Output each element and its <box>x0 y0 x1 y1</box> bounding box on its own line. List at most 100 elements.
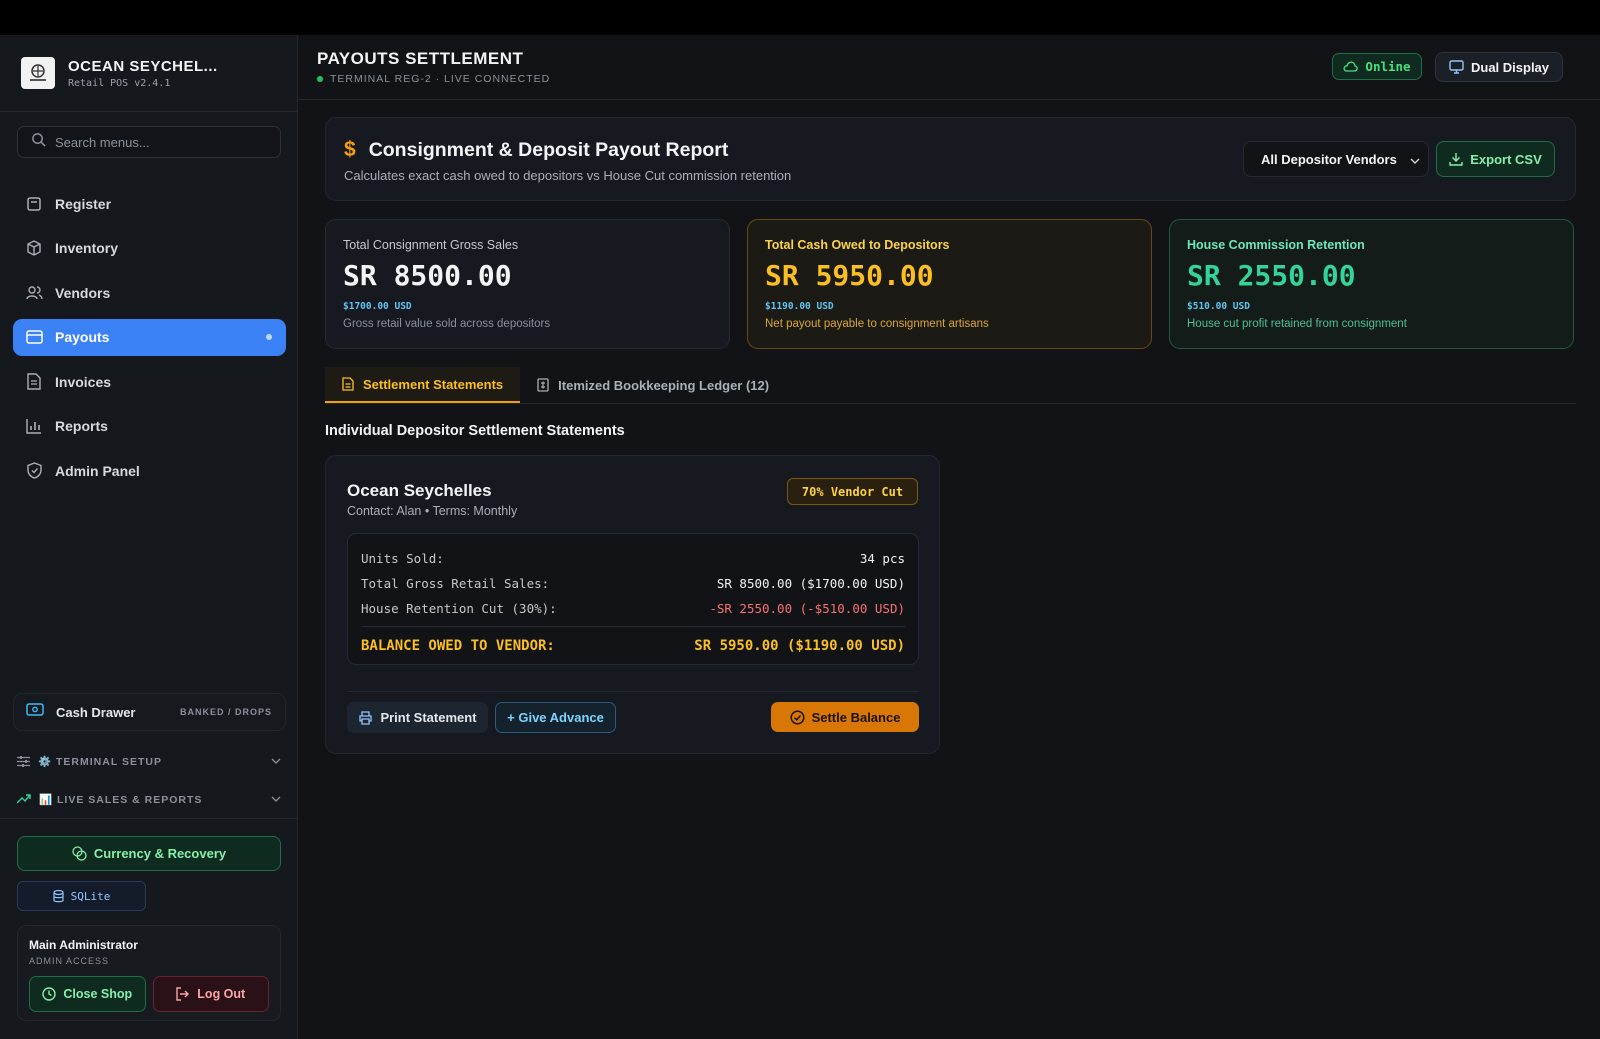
close-shop-label: Close Shop <box>63 987 133 1001</box>
users-icon <box>25 284 43 302</box>
window-top-bar <box>0 0 1600 35</box>
sidebar-item-reports[interactable]: Reports <box>13 408 286 445</box>
dual-display-button[interactable]: Dual Display <box>1435 52 1563 82</box>
log-out-button[interactable]: Log Out <box>152 976 269 1012</box>
chevron-down-icon <box>271 755 281 767</box>
balance-value: SR 5950.00 ($1190.00 USD) <box>694 637 905 654</box>
calc-value: SR 8500.00 ($1700.00 USD) <box>716 576 905 591</box>
shield-icon <box>25 462 43 480</box>
search-box[interactable] <box>17 126 281 158</box>
live-sales-label: 📊 LIVE SALES & REPORTS <box>39 793 203 806</box>
online-status-badge: Online <box>1332 53 1422 80</box>
calc-row-house-cut: House Retention Cut (30%): -SR 2550.00 (… <box>361 596 905 621</box>
user-name: Main Administrator <box>29 938 138 952</box>
brand-logo <box>21 57 55 89</box>
coins-icon <box>72 846 87 861</box>
export-csv-label: Export CSV <box>1470 151 1542 167</box>
sidebar-item-label: Register <box>55 195 112 212</box>
log-out-label: Log Out <box>197 987 246 1001</box>
sliders-icon <box>17 755 30 767</box>
settle-balance-label: Settle Balance <box>811 709 901 725</box>
cash-icon <box>26 703 44 721</box>
sidebar-item-payouts[interactable]: Payouts <box>13 318 286 356</box>
tab-label: Settlement Statements <box>363 376 504 392</box>
give-advance-button[interactable]: + Give Advance <box>495 702 616 733</box>
vendor-filter-select[interactable]: All Depositor Vendors <box>1243 141 1429 177</box>
database-label: SQLite <box>70 889 111 903</box>
sidebar-item-label: Admin Panel <box>55 462 140 479</box>
search-icon <box>31 132 46 152</box>
print-statement-button[interactable]: Print Statement <box>347 702 488 733</box>
stat-usd: $1190.00 USD <box>765 301 834 312</box>
download-icon <box>1449 152 1463 166</box>
balance-label: BALANCE OWED TO VENDOR: <box>361 637 555 654</box>
sidebar-divider <box>0 818 298 819</box>
receipt-icon <box>537 378 549 392</box>
box-icon <box>25 239 43 257</box>
search-input[interactable] <box>55 134 255 150</box>
sidebar-item-label: Payouts <box>55 329 110 345</box>
tab-settlement-statements[interactable]: Settlement Statements <box>325 367 521 403</box>
calc-row-balance: BALANCE OWED TO VENDOR: SR 5950.00 ($119… <box>361 633 905 658</box>
bar-chart-icon <box>25 417 43 435</box>
stat-label: House Commission Retention <box>1187 238 1365 252</box>
cash-drawer-tag: BANKED / DROPS <box>179 707 272 717</box>
database-badge[interactable]: SQLite <box>17 881 146 911</box>
live-sales-toggle[interactable]: 📊 LIVE SALES & REPORTS <box>17 789 281 809</box>
dual-display-label: Dual Display <box>1470 59 1550 75</box>
page-title: PAYOUTS SETTLEMENT <box>317 49 524 68</box>
vendor-name: Ocean Seychelles <box>347 481 492 500</box>
calc-row-gross: Total Gross Retail Sales: SR 8500.00 ($1… <box>361 571 905 596</box>
report-title-text: Consignment & Deposit Payout Report <box>368 138 729 161</box>
dollar-icon: $ <box>344 138 356 161</box>
report-title: $ Consignment & Deposit Payout Report <box>344 138 728 162</box>
log-out-icon <box>176 987 190 1001</box>
sidebar-nav: Register Inventory Vendors Payouts Invoi… <box>13 185 286 497</box>
terminal-status-text: TERMINAL REG-2 · LIVE CONNECTED <box>330 73 551 85</box>
chevron-down-icon <box>1410 152 1420 167</box>
calc-label: House Retention Cut (30%): <box>361 601 557 616</box>
report-description: Calculates exact cash owed to depositors… <box>344 168 792 183</box>
vendor-cut-badge: 70% Vendor Cut <box>787 478 918 505</box>
sidebar-item-label: Vendors <box>55 284 111 301</box>
export-csv-button[interactable]: Export CSV <box>1436 141 1555 177</box>
brand-header: OCEAN SEYCHEL... Retail POS v2.4.1 <box>0 35 297 112</box>
sidebar-item-label: Invoices <box>55 373 112 390</box>
sidebar-item-admin-panel[interactable]: Admin Panel <box>13 452 286 489</box>
live-status-dot <box>317 76 323 82</box>
cloud-icon <box>1343 61 1359 72</box>
calc-divider <box>361 626 905 627</box>
settle-balance-button[interactable]: Settle Balance <box>771 702 919 732</box>
printer-icon <box>358 710 373 725</box>
stat-card-gross-sales: Total Consignment Gross Sales SR 8500.00… <box>325 219 730 349</box>
stat-description: Gross retail value sold across depositor… <box>343 318 551 330</box>
sidebar-item-invoices[interactable]: Invoices <box>13 363 286 400</box>
stat-usd: $1700.00 USD <box>343 301 412 312</box>
brand-name: OCEAN SEYCHEL... <box>68 57 218 75</box>
active-indicator-dot <box>266 334 272 340</box>
sidebar-item-label: Reports <box>55 418 108 434</box>
stat-label: Total Consignment Gross Sales <box>343 238 519 252</box>
sidebar-item-register[interactable]: Register <box>13 185 286 222</box>
calc-label: Units Sold: <box>361 551 444 566</box>
currency-recovery-button[interactable]: Currency & Recovery <box>17 836 281 871</box>
close-shop-button[interactable]: Close Shop <box>29 976 146 1012</box>
stat-card-house-commission: House Commission Retention SR 2550.00 $5… <box>1169 219 1574 349</box>
sidebar-item-inventory[interactable]: Inventory <box>13 230 286 267</box>
calc-row-units: Units Sold: 34 pcs <box>361 546 905 571</box>
terminal-setup-toggle[interactable]: ⚙️ TERMINAL SETUP <box>17 751 281 771</box>
tab-bookkeeping-ledger[interactable]: Itemized Bookkeeping Ledger (12) <box>520 367 786 403</box>
card-icon <box>25 328 43 346</box>
vendor-filter-value: All Depositor Vendors <box>1261 151 1397 167</box>
database-icon <box>53 889 64 903</box>
document-icon <box>342 377 354 391</box>
cash-drawer-button[interactable]: Cash Drawer BANKED / DROPS <box>13 693 286 731</box>
user-role: ADMIN ACCESS <box>29 956 110 966</box>
stat-card-cash-owed: Total Cash Owed to Depositors SR 5950.00… <box>747 219 1152 349</box>
register-icon <box>25 195 43 213</box>
calc-label: Total Gross Retail Sales: <box>361 576 550 591</box>
sidebar-item-vendors[interactable]: Vendors <box>13 274 286 311</box>
vendor-meta: Contact: Alan • Terms: Monthly <box>347 504 518 518</box>
terminal-setup-label: ⚙️ TERMINAL SETUP <box>38 755 162 768</box>
card-divider <box>347 691 919 692</box>
